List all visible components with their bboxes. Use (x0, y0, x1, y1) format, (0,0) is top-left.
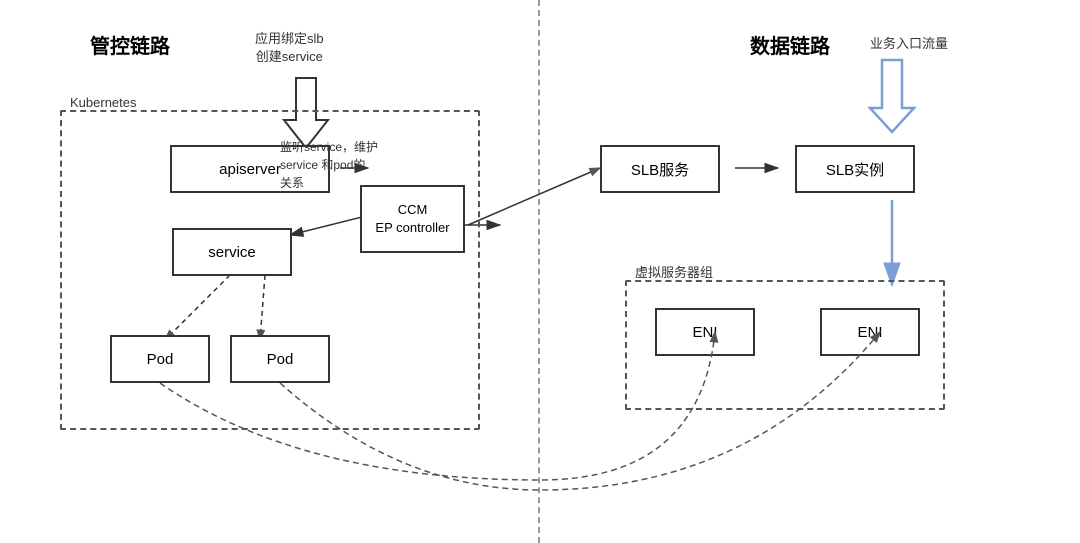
left-panel-title: 管控链路 (90, 30, 170, 59)
kubernetes-label: Kubernetes (70, 94, 137, 112)
left-panel: 管控链路 应用绑定slb 创建service (0, 0, 540, 543)
right-panel-title: 数据链路 (750, 30, 830, 59)
ccm-annotation: 监听service，维护 service 和pod的 关系 (280, 138, 378, 192)
virtual-server-group-label: 虚拟服务器组 (635, 264, 713, 282)
slb-service-box: SLB服务 (600, 145, 720, 193)
slb-instance-box: SLB实例 (795, 145, 915, 193)
ccm-box: CCMEP controller (360, 185, 465, 253)
pod2-box: Pod (230, 335, 330, 383)
traffic-annotation: 业务入口流量 (870, 35, 948, 53)
ccm-label: CCMEP controller (375, 201, 449, 237)
right-panel-arrows (540, 0, 1080, 543)
pod1-box: Pod (110, 335, 210, 383)
eni2-box: ENI (820, 308, 920, 356)
top-annotation: 应用绑定slb 创建service (255, 30, 324, 66)
diagram-container: 管控链路 应用绑定slb 创建service (0, 0, 1080, 543)
right-panel: 数据链路 业务入口流量 SLB服务 SLB实例 虚拟服务器组 (540, 0, 1080, 543)
service-box: service (172, 228, 292, 276)
eni1-box: ENI (655, 308, 755, 356)
